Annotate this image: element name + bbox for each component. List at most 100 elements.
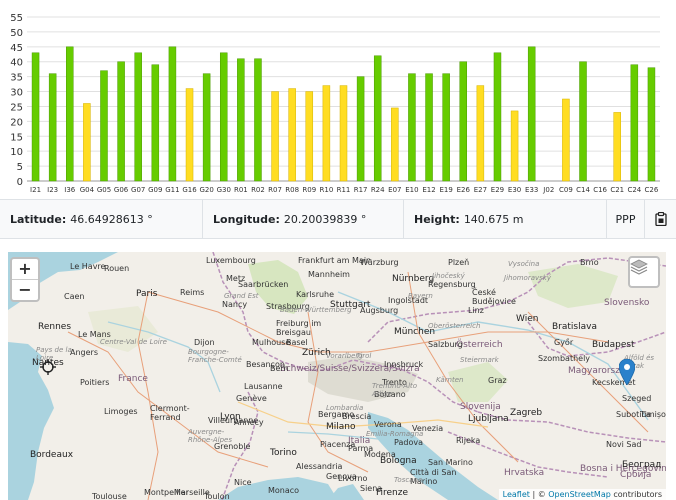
chart-bar-r07[interactable]	[271, 91, 279, 182]
map-label-city: Bratislava	[552, 322, 597, 332]
chart-bar-i36[interactable]	[66, 46, 74, 182]
map-label-city: Mannheim	[308, 270, 350, 279]
chart-x-tick-label: G04	[80, 186, 95, 194]
map-label-city: Freiburg im Breisgau	[276, 319, 322, 337]
chart-bar-r10[interactable]	[322, 85, 331, 182]
map-label-city: Novi Sad	[606, 440, 642, 449]
chart-bar-e10[interactable]	[408, 73, 416, 182]
chart-y-tick-label: 0	[17, 177, 23, 188]
zoom-out-button[interactable]: −	[12, 280, 38, 300]
chart-bar-g05[interactable]	[100, 70, 108, 182]
map-label-city: Monaco	[268, 486, 300, 495]
latitude-cell: Latitude: 46.64928613 °	[0, 200, 203, 238]
map-marker-icon[interactable]	[619, 359, 635, 385]
map-label-france: France	[118, 374, 148, 384]
chart-y-tick-label: 5	[17, 162, 23, 173]
chart-x-tick-label: G06	[114, 186, 129, 194]
mode-badge: PPP	[607, 200, 645, 238]
chart-x-tick-label: R17	[354, 186, 368, 194]
chart-x-tick-label: E26	[457, 186, 471, 194]
chart-bar-g11[interactable]	[168, 46, 177, 182]
chart-bar-r02[interactable]	[254, 58, 262, 182]
map-label-city: Zagreb	[510, 408, 543, 418]
map-label-region: Lombardia	[326, 404, 364, 412]
chart-bar-e29[interactable]	[493, 52, 502, 182]
longitude-cell: Longitude: 20.20039839 °	[203, 200, 404, 238]
chart-bar-g04[interactable]	[83, 103, 91, 182]
location-map[interactable]: France Schweiz/Suisse/Svizzera/Svizra It…	[8, 252, 666, 500]
chart-bar-r11[interactable]	[339, 85, 348, 182]
map-label-city: Toulouse	[92, 492, 127, 500]
map-label-city: Verona	[374, 420, 402, 429]
chart-x-tick-label: G07	[131, 186, 145, 194]
map-label-city: Bordeaux	[30, 450, 74, 460]
map-label-city: Regensburg	[428, 280, 476, 289]
chart-bar-r24[interactable]	[373, 55, 382, 182]
map-label-city: Nice	[234, 478, 252, 487]
chart-bar-g07[interactable]	[134, 52, 142, 182]
chart-bar-g09[interactable]	[151, 64, 160, 182]
chart-bar-r08[interactable]	[288, 88, 296, 182]
crosshair-icon[interactable]	[40, 359, 56, 375]
chart-bar-c14[interactable]	[579, 61, 587, 182]
chart-y-tick-label: 55	[10, 13, 23, 24]
satellite-snr-bar-chart: 0510152025303540455055 I21 I23 I36 G04 G05 G0…	[10, 13, 660, 194]
map-label-region: Vorarlberg	[326, 352, 363, 360]
height-value: 140.675 m	[463, 212, 524, 226]
map-label-region: Bourgogne-Franche-Comté	[188, 348, 242, 364]
chart-bar-e30[interactable]	[510, 110, 519, 182]
chart-bar-e12[interactable]	[425, 73, 433, 182]
chart-bar-e07[interactable]	[391, 107, 399, 182]
map-label-region: Kärnten	[436, 376, 464, 384]
map-label-city: Toulon	[204, 492, 230, 500]
map-label-city: Plzeň	[448, 258, 470, 267]
chart-bar-e27[interactable]	[476, 85, 485, 182]
chart-bar-i21[interactable]	[31, 52, 40, 182]
map-label-city: Rennes	[38, 322, 72, 332]
latitude-label: Latitude:	[10, 212, 67, 226]
chart-x-tick-label: G16	[182, 186, 197, 194]
map-label-city: Besançon	[246, 360, 285, 369]
map-label-city: Ljubljana	[468, 414, 509, 424]
map-label-city: Livorno	[338, 474, 368, 483]
map-label-city: Luxembourg	[206, 256, 256, 265]
map-label-region: Vysočina	[508, 260, 540, 268]
copy-button[interactable]	[645, 200, 676, 238]
clipboard-icon	[654, 212, 667, 226]
map-label-city: Poitiers	[80, 378, 110, 387]
osm-link[interactable]: OpenStreetMap	[548, 490, 611, 499]
chart-x-tick-label: R08	[285, 186, 299, 194]
chart-bar-r17[interactable]	[356, 76, 365, 182]
map-label-city: Karlsruhe	[296, 290, 335, 299]
map-label-region: Jihočeský	[432, 272, 465, 280]
chart-y-tick-label: 40	[10, 58, 23, 69]
chart-bar-c09[interactable]	[562, 98, 570, 182]
chart-bar-r01[interactable]	[237, 58, 245, 182]
chart-bar-g06[interactable]	[117, 61, 125, 182]
map-attribution: Leaflet | © OpenStreetMap contributors	[498, 489, 666, 500]
chart-bar-i23[interactable]	[48, 73, 57, 182]
chart-bar-r09[interactable]	[305, 91, 314, 182]
map-label-city: Siena	[360, 484, 383, 493]
chart-x-tick-label: C09	[559, 186, 573, 194]
chart-bar-c21[interactable]	[613, 112, 621, 182]
chart-x-tick-label: G20	[199, 186, 213, 194]
map-label-region: Grand Est	[224, 292, 259, 300]
map-label-city: Padova	[394, 438, 423, 447]
chart-bar-g30[interactable]	[219, 52, 228, 182]
chart-y-axis: 0 5 10 15 20 25 30 35 40 45 50 55	[10, 13, 23, 188]
chart-bar-e26[interactable]	[459, 61, 468, 182]
chart-y-tick-label: 15	[10, 132, 23, 143]
chart-bar-g16[interactable]	[185, 88, 194, 182]
layers-button[interactable]	[628, 256, 660, 288]
chart-bar-e19[interactable]	[442, 73, 450, 182]
leaflet-link[interactable]: Leaflet	[503, 490, 530, 499]
map-label-city: Szombathely	[538, 354, 591, 363]
zoom-in-button[interactable]: +	[12, 259, 38, 280]
chart-bar-c24[interactable]	[630, 64, 639, 182]
chart-bar-g20[interactable]	[202, 73, 211, 182]
chart-bar-e33[interactable]	[527, 46, 536, 182]
map-label-region: Bayern	[408, 292, 433, 300]
chart-x-tick-label: E33	[525, 186, 538, 194]
chart-bar-c26[interactable]	[647, 67, 656, 182]
